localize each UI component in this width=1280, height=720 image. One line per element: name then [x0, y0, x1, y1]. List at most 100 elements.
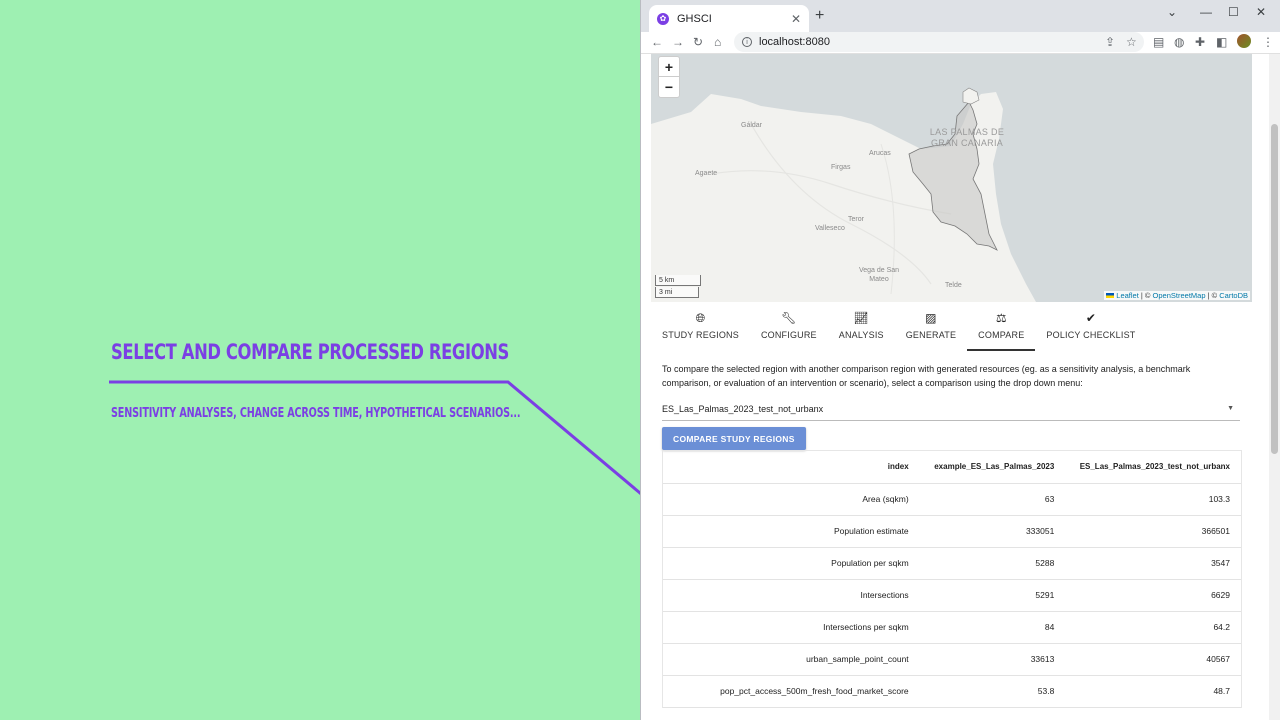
close-tab-icon[interactable]: ✕ [791, 12, 801, 26]
table-cell: 48.7 [1065, 675, 1241, 708]
tab-label: GENERATE [905, 330, 957, 340]
profile-avatar[interactable] [1237, 34, 1251, 48]
leaflet-link[interactable]: Leaflet [1116, 291, 1139, 300]
url-text: localhost:8080 [759, 36, 830, 48]
table-cell: 5288 [919, 547, 1066, 580]
table-cell: 5291 [919, 579, 1066, 612]
table-cell: 84 [919, 611, 1066, 644]
table-cell: Intersections per sqkm [663, 611, 920, 644]
table-cell: 63 [919, 483, 1066, 516]
back-icon[interactable]: ← [651, 35, 663, 49]
table-row: Population per sqkm 5288 3547 [663, 547, 1241, 580]
table-row: Area (sqkm) 63 103.3 [663, 483, 1241, 516]
app-favicon-icon: ✿ [657, 12, 669, 25]
tab-label: ANALYSIS [838, 330, 884, 340]
map-place-label: Valleseco [815, 225, 845, 232]
leaflet-flag-icon [1106, 293, 1115, 298]
extensions-puzzle-icon[interactable]: ✚ [1195, 35, 1205, 49]
table-row: Population estimate 333051 366501 [663, 515, 1241, 548]
osm-link[interactable]: OpenStreetMap [1153, 291, 1206, 300]
maximize-icon[interactable]: ☐ [1228, 5, 1239, 19]
tab-generate[interactable]: ▨ GENERATE [895, 310, 967, 350]
extension-circle-icon[interactable]: ◍ [1174, 35, 1184, 49]
map-scale-mi: 3 mi [655, 287, 699, 298]
tab-compare[interactable]: ⚖︎ COMPARE [967, 310, 1036, 351]
map-place-label: Teror [848, 216, 864, 223]
map-scale-km: 5 km [655, 275, 701, 286]
reload-icon[interactable]: ↻ [693, 35, 703, 49]
column-header: index [663, 451, 920, 484]
site-info-icon[interactable]: i [742, 37, 752, 47]
tab-strip: ✿ GHSCI ✕ + ⌄ — ☐ ✕ [641, 0, 1280, 32]
menu-kebab-icon[interactable]: ⋮ [1262, 35, 1274, 49]
browser-toolbar: ← → ↻ ⌂ i localhost:8080 ⇪ ☆ ▤ ◍ ✚ ◧ ⋮ [641, 32, 1280, 54]
region-map[interactable]: + − Gáldar Agaete Arucas Firgas Teror Va… [651, 54, 1252, 302]
tab-label: STUDY REGIONS [662, 330, 739, 340]
tab-analysis[interactable]: 📈︎ ANALYSIS [828, 310, 895, 350]
table-cell: Population estimate [663, 515, 920, 548]
zoom-in-button[interactable]: + [659, 57, 679, 77]
table-cell: 53.8 [919, 675, 1066, 708]
new-tab-icon[interactable]: + [815, 7, 824, 25]
table-cell: Population per sqkm [663, 547, 920, 580]
map-place-label: Arucas [869, 150, 891, 157]
tab-study-regions[interactable]: 🌐︎ STUDY REGIONS [651, 310, 750, 350]
home-icon[interactable]: ⌂ [714, 35, 721, 49]
map-place-label: Telde [945, 282, 962, 289]
tab-search-icon[interactable]: ⌄ [1167, 5, 1177, 19]
table-cell: 6629 [1065, 579, 1241, 612]
address-bar[interactable]: i localhost:8080 [734, 32, 1144, 52]
page-scrollbar[interactable] [1269, 54, 1280, 720]
table-cell: 3547 [1065, 547, 1241, 580]
compare-description: To compare the selected region with anot… [662, 364, 1191, 388]
compare-study-regions-button[interactable]: COMPARE STUDY REGIONS [662, 427, 806, 450]
annotation-subtitle: SENSITIVITY ANALYSES, CHANGE ACROSS TIME… [111, 406, 521, 421]
tab-label: POLICY CHECKLIST [1046, 330, 1136, 340]
map-city-label: LAS PALMAS DE GRAN CANARIA [929, 127, 1005, 148]
tab-label: COMPARE [978, 330, 1025, 340]
side-panel-icon[interactable]: ◧ [1216, 35, 1227, 49]
globe-icon: 🌐︎ [695, 311, 706, 325]
tab-configure[interactable]: 🔧︎ CONFIGURE [750, 310, 828, 350]
table-header-row: index example_ES_Las_Palmas_2023 ES_Las_… [663, 451, 1241, 484]
cartodb-link[interactable]: CartoDB [1219, 291, 1248, 300]
table-cell: urban_sample_point_count [663, 643, 920, 676]
chart-icon: 📈︎ [853, 311, 869, 325]
share-icon[interactable]: ⇪ [1105, 35, 1115, 49]
minimize-icon[interactable]: — [1200, 5, 1212, 19]
table-cell: pop_pct_access_500m_fresh_food_market_sc… [663, 675, 920, 708]
column-header: example_ES_Las_Palmas_2023 [919, 451, 1066, 484]
table-cell: Area (sqkm) [663, 483, 920, 516]
map-place-label: Vega de San Mateo [858, 267, 900, 283]
scrollbar-thumb[interactable] [1271, 124, 1278, 454]
table-row: Intersections 5291 6629 [663, 579, 1241, 612]
table-cell: 33613 [919, 643, 1066, 676]
browser-window: ✿ GHSCI ✕ + ⌄ — ☐ ✕ ← → ↻ ⌂ i localhost:… [640, 0, 1280, 720]
tab-policy-checklist[interactable]: ✔︎ POLICY CHECKLIST [1035, 310, 1146, 350]
map-terrain [651, 54, 1252, 302]
table-cell: 40567 [1065, 643, 1241, 676]
map-place-label: Gáldar [741, 122, 763, 129]
map-zoom-control: + − [658, 56, 680, 98]
table-cell: 103.3 [1065, 483, 1241, 516]
browser-tab[interactable]: ✿ GHSCI ✕ [649, 5, 809, 32]
table-cell: Intersections [663, 579, 920, 612]
comparison-select[interactable]: ES_Las_Palmas_2023_test_not_urbanx ▼ [662, 397, 1240, 421]
tab-label: CONFIGURE [760, 330, 817, 340]
forward-icon[interactable]: → [672, 35, 684, 49]
map-place-label: Agaete [695, 170, 718, 177]
table-row: urban_sample_point_count 33613 40567 [663, 643, 1241, 676]
annotation-title: SELECT AND COMPARE PROCESSED REGIONS [111, 340, 509, 364]
table-cell: 333051 [919, 515, 1066, 548]
zoom-out-button[interactable]: − [659, 77, 679, 97]
window-close-icon[interactable]: ✕ [1256, 5, 1266, 19]
map-attribution: Leaflet | © OpenStreetMap | © CartoDB [1104, 291, 1250, 300]
images-icon: ▨ [925, 311, 937, 325]
comparison-table: index example_ES_Las_Palmas_2023 ES_Las_… [662, 450, 1242, 708]
attribution-separator: | © [1205, 291, 1220, 300]
page-viewport: + − Gáldar Agaete Arucas Firgas Teror Va… [641, 54, 1269, 720]
section-tabs: 🌐︎ STUDY REGIONS 🔧︎ CONFIGURE 📈︎ ANALYSI… [651, 310, 1146, 351]
bookmark-star-icon[interactable]: ☆ [1126, 35, 1137, 49]
extension-doc-icon[interactable]: ▤ [1153, 35, 1164, 49]
table-row: Intersections per sqkm 84 64.2 [663, 611, 1241, 644]
